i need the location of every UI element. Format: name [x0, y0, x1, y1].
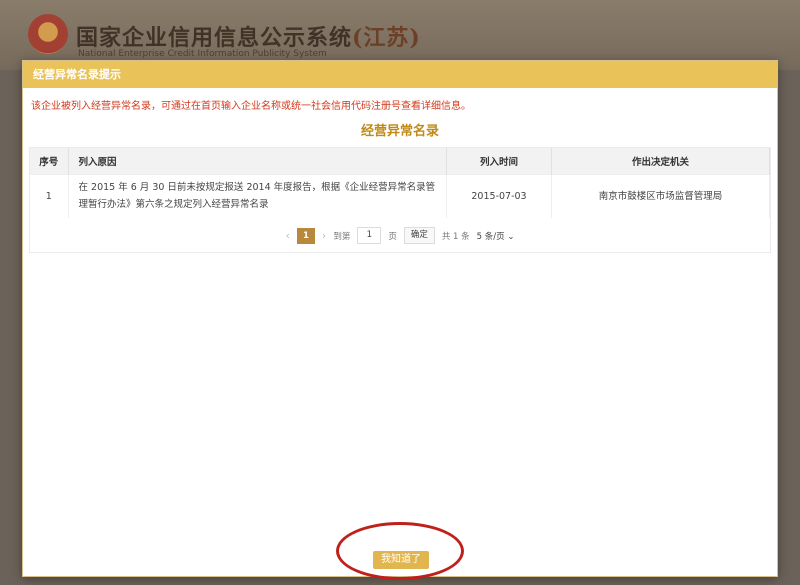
prev-page-icon[interactable]: ‹	[286, 229, 290, 242]
chevron-down-icon: ⌄	[507, 231, 515, 242]
page-size-value: 5 条/页	[476, 231, 505, 242]
page-size-select[interactable]: 5 条/页 ⌄	[477, 230, 515, 242]
column-header-authority: 作出决定机关	[551, 148, 770, 174]
column-header-reason: 列入原因	[68, 148, 447, 174]
goto-label: 到第	[333, 231, 351, 242]
dialog-header: 经营异常名录提示	[23, 61, 777, 88]
site-title: 国家企业信用信息公示系统(江苏)	[76, 20, 421, 52]
list-title: 经营异常名录	[360, 124, 439, 139]
goto-page-input[interactable]: 1	[357, 227, 382, 244]
column-header-seq: 序号	[30, 148, 69, 174]
page-unit-label: 页	[388, 231, 397, 242]
row-authority: 南京市鼓楼区市场监督管理局	[551, 173, 770, 218]
next-page-icon[interactable]: ›	[322, 229, 326, 242]
goto-confirm-button[interactable]: 确定	[403, 227, 435, 244]
national-emblem-icon	[28, 14, 68, 54]
table-row: 1 在 2015 年 6 月 30 日前未按规定报送 2014 年度报告，根据《…	[30, 173, 770, 218]
site-title-main: 国家企业信用信息公示系统	[76, 25, 353, 51]
page-number-current[interactable]: 1	[296, 227, 315, 244]
column-header-date: 列入时间	[446, 148, 552, 174]
table-header-row: 序号 列入原因 列入时间 作出决定机关	[30, 148, 770, 174]
site-title-region: (江苏)	[352, 25, 421, 51]
pagination: ‹ 1 › 到第 1 页 确定 共 1 条 5 条/页 ⌄	[30, 218, 770, 252]
abnormal-list-card: 序号 列入原因 列入时间 作出决定机关 1 在 2015 年 6 月 30 日前…	[29, 147, 771, 253]
row-reason: 在 2015 年 6 月 30 日前未按规定报送 2014 年度报告，根据《企业…	[68, 173, 447, 218]
site-subtitle: National Enterprise Credit Information P…	[78, 49, 327, 59]
abnormal-list-table: 序号 列入原因 列入时间 作出决定机关 1 在 2015 年 6 月 30 日前…	[30, 148, 770, 218]
row-date: 2015-07-03	[446, 173, 552, 218]
dialog-notice: 该企业被列入经营异常名录，可通过在首页输入企业名称或统一社会信用代码注册号查看详…	[31, 101, 471, 112]
highlight-annotation	[336, 522, 464, 580]
abnormal-list-dialog: 经营异常名录提示 该企业被列入经营异常名录，可通过在首页输入企业名称或统一社会信…	[22, 60, 778, 577]
total-count: 共 1 条	[441, 231, 470, 242]
row-seq: 1	[30, 173, 69, 218]
